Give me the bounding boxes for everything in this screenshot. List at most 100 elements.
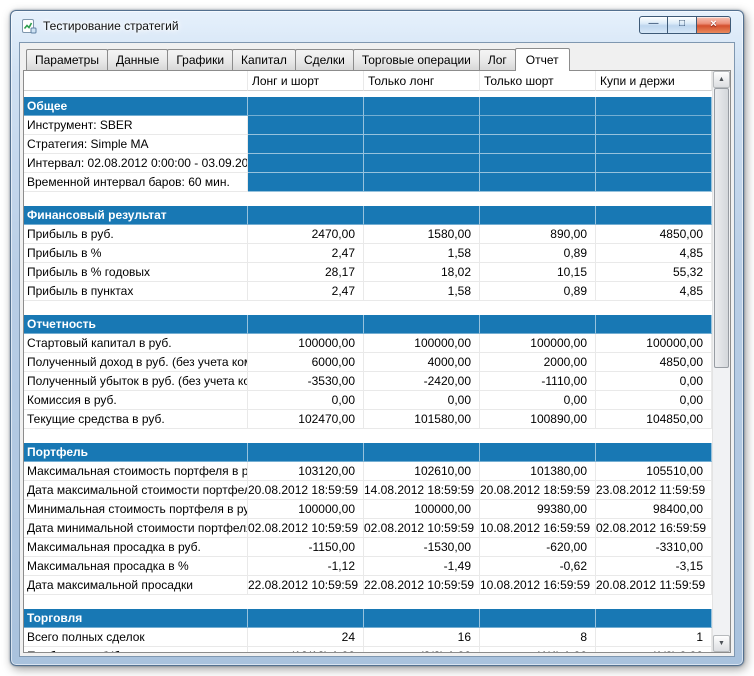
cell-value: 20.08.2012 18:59:59: [248, 481, 364, 500]
scroll-thumb[interactable]: [714, 88, 729, 368]
row-label: Максимальная просадка в руб.: [24, 538, 248, 557]
row-label: Текущие средства в руб.: [24, 410, 248, 429]
section-spacer: [24, 429, 712, 443]
cell-value: 18,02: [364, 263, 480, 282]
cell-value: 22.08.2012 10:59:59: [364, 576, 480, 595]
section-header-cell: [480, 443, 596, 462]
scroll-up-button[interactable]: ▲: [713, 71, 730, 88]
section-header-cell: [480, 609, 596, 628]
section-header-cell: [248, 609, 364, 628]
minimize-button[interactable]: —: [639, 16, 668, 34]
corner-cell: [24, 71, 248, 91]
section-header-row: Финансовый результат: [24, 206, 712, 225]
section-spacer: [24, 595, 712, 609]
report-row: Полученный убыток в руб. (без учета ко..…: [24, 372, 712, 391]
tab-report[interactable]: Отчет: [515, 48, 570, 71]
cell-value: 22.08.2012 10:59:59: [248, 576, 364, 595]
cell-value: 4,85: [596, 244, 712, 263]
tab-capital[interactable]: Капитал: [232, 49, 296, 70]
cell-value: 100000,00: [596, 334, 712, 353]
section-header-cell: [248, 97, 364, 116]
tab-deals[interactable]: Сделки: [295, 49, 354, 70]
cell-value: 4850,00: [596, 353, 712, 372]
cell-value: 4000,00: [364, 353, 480, 372]
scroll-track[interactable]: [713, 88, 730, 635]
tab-trade-operations[interactable]: Торговые операции: [353, 49, 480, 70]
row-label: Прибыль в руб.: [24, 225, 248, 244]
section-header-cell: [596, 97, 712, 116]
cell-value: 104850,00: [596, 410, 712, 429]
cell-value: [364, 135, 480, 154]
row-label: Интервал: 02.08.2012 0:00:00 - 03.09.201…: [24, 154, 248, 173]
row-label: Стартовый капитал в руб.: [24, 334, 248, 353]
section-header-cell: [364, 443, 480, 462]
section-header-cell: [480, 315, 596, 334]
cell-value: 0,00: [596, 391, 712, 410]
close-button[interactable]: ×: [697, 16, 731, 34]
cell-value: 0,89: [480, 244, 596, 263]
report-row: Максимальная просадка в %-1,12-1,49-0,62…: [24, 557, 712, 576]
section-header-cell: [596, 443, 712, 462]
cell-value: 28,17: [248, 263, 364, 282]
cell-value: 100000,00: [248, 500, 364, 519]
report-row: Прибыль в руб.2470,001580,00890,004850,0…: [24, 225, 712, 244]
maximize-button[interactable]: □: [668, 16, 697, 34]
section-header-cell: [364, 315, 480, 334]
app-icon[interactable]: [21, 18, 37, 34]
section-header-cell: [480, 206, 596, 225]
cell-value: [596, 173, 712, 192]
cell-value: 6000,00: [248, 353, 364, 372]
cell-value: -1,12: [248, 557, 364, 576]
cell-value: -2420,00: [364, 372, 480, 391]
cell-value: [248, 154, 364, 173]
section-header-cell: [364, 609, 480, 628]
cell-value: 101580,00: [364, 410, 480, 429]
tab-log[interactable]: Лог: [479, 49, 516, 70]
report-row: Дата минимальной стоимости портфеля02.08…: [24, 519, 712, 538]
cell-value: -3530,00: [248, 372, 364, 391]
cell-value: -3,15: [596, 557, 712, 576]
cell-value: 4850,00: [596, 225, 712, 244]
tab-charts[interactable]: Графики: [167, 49, 233, 70]
cell-value: [364, 116, 480, 135]
cell-value: [480, 116, 596, 135]
cell-value: 2470,00: [248, 225, 364, 244]
title-bar[interactable]: Тестирование стратегий — □ ×: [11, 11, 743, 41]
section-header-cell: [248, 315, 364, 334]
vertical-scrollbar[interactable]: ▲ ▼: [712, 71, 730, 652]
report-row: Временной интервал баров: 60 мин.: [24, 173, 712, 192]
report-row: Текущие средства в руб.102470,00101580,0…: [24, 410, 712, 429]
row-label: Минимальная стоимость портфеля в руб.: [24, 500, 248, 519]
cell-value: [480, 154, 596, 173]
cell-value: 101380,00: [480, 462, 596, 481]
report-row: Всего полных сделок241681: [24, 628, 712, 647]
cell-value: 102610,00: [364, 462, 480, 481]
tab-data[interactable]: Данные: [107, 49, 168, 70]
cell-value: 1,58: [364, 244, 480, 263]
cell-value: [596, 135, 712, 154]
cell-value: 1: [596, 628, 712, 647]
cell-value: 20.08.2012 11:59:59: [596, 576, 712, 595]
section-header-row: Торговля: [24, 609, 712, 628]
section-header-cell: [596, 315, 712, 334]
cell-value: 102470,00: [248, 410, 364, 429]
cell-value: 2,47: [248, 282, 364, 301]
cell-value: 02.08.2012 10:59:59: [364, 519, 480, 538]
cell-value: 1,58: [364, 282, 480, 301]
cell-value: [364, 173, 480, 192]
report-panel: Лонг и шортТолько лонгТолько шортКупи и …: [23, 70, 731, 653]
cell-value: 10.08.2012 16:59:59: [480, 519, 596, 538]
cell-value: 98400,00: [596, 500, 712, 519]
column-header: Купи и держи: [596, 71, 712, 91]
cell-value: 2000,00: [480, 353, 596, 372]
cell-value: 16: [364, 628, 480, 647]
cell-value: -0,62: [480, 557, 596, 576]
tab-parameters[interactable]: Параметры: [26, 49, 108, 70]
section-header-cell: [364, 97, 480, 116]
report-row: Дата максимальной просадки22.08.2012 10:…: [24, 576, 712, 595]
tab-strip: ПараметрыДанныеГрафикиКапиталСделкиТорго…: [20, 43, 734, 70]
app-window: Тестирование стратегий — □ × ПараметрыДа…: [10, 10, 744, 666]
scroll-down-button[interactable]: ▼: [713, 635, 730, 652]
cell-value: 0,00: [596, 372, 712, 391]
cell-value: -1110,00: [480, 372, 596, 391]
